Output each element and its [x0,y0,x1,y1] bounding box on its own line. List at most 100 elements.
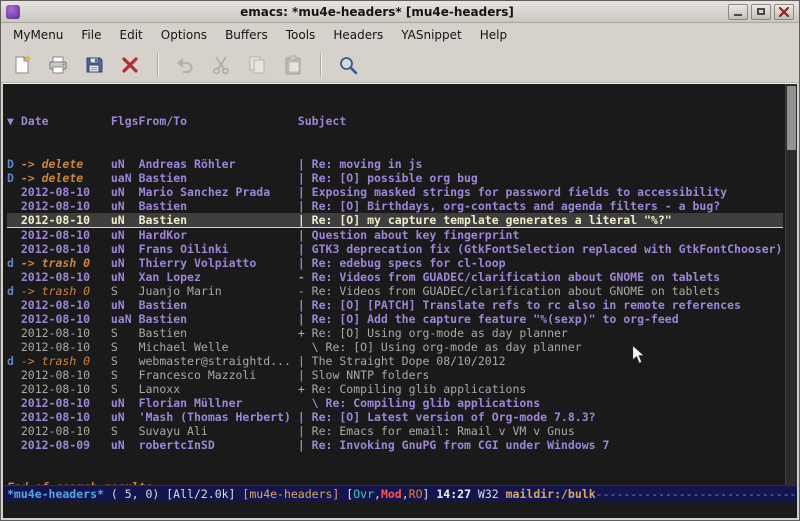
menu-item-options[interactable]: Options [152,25,216,45]
end-of-results-marker: End of search results [7,480,783,485]
menu-item-yasnippet[interactable]: YASnippet [392,25,471,45]
message-row[interactable]: 2012-08-10 uN Bastien | Re: [O] my captu… [7,213,783,228]
mark-cell [7,242,21,256]
message-row[interactable]: 2012-08-10 uaN Bastien | Re: [O] Add the… [7,312,783,326]
menu-item-mymenu[interactable]: MyMenu [4,25,72,45]
from-cell: Bastien [139,171,298,185]
from-cell: Mario Sanchez Prada [139,185,298,199]
from-cell: Andreas Röhler [139,157,298,171]
message-row[interactable]: 2012-08-10 S Bastien + Re: [O] Using org… [7,326,783,340]
message-row[interactable]: 2012-08-10 uN Frans Oilinki | GTK3 depre… [7,242,783,256]
subject-cell: | Question about key fingerprint [298,228,520,242]
modeline: *mu4e-headers* ( 5, 0) [All/2.0k] [mu4e-… [3,485,797,502]
copy-button [243,51,271,79]
mark-cell [7,382,21,396]
menu-item-edit[interactable]: Edit [111,25,152,45]
minimize-button[interactable] [728,4,748,20]
scrollbar[interactable] [785,84,797,485]
subject-cell: | Re: edebug specs for cl-loop [298,256,506,270]
maximize-button[interactable] [751,4,771,20]
subject-cell: + Re: [O] Using org-mode as day planner [298,326,568,340]
subject-cell: \ Re: [O] Using org-mode as day planner [298,340,582,354]
new-file-button[interactable] [8,51,36,79]
date-cell: 2012-08-10 [21,312,111,326]
scrollbar-thumb[interactable] [787,86,796,150]
close-icon [778,6,790,18]
minimize-icon [734,14,742,16]
from-cell: robertcInSD [139,438,298,452]
window-title: emacs: *mu4e-headers* [mu4e-headers] [26,5,728,19]
modeline-segment: maildir:/bulk [506,487,596,501]
emacs-window: emacs: *mu4e-headers* [mu4e-headers] MyM… [0,0,800,521]
modeline-segment: [ [339,487,353,501]
mark-cell [7,396,21,410]
from-cell: Bastien [139,213,298,227]
mark-cell [7,438,21,452]
message-row[interactable]: 2012-08-10 S Lanoxx + Re: Compiling glib… [7,382,783,396]
mark-cell [7,298,21,312]
message-row[interactable]: 2012-08-10 uN 'Mash (Thomas Herbert) | R… [7,410,783,424]
message-list: D -> delete uN Andreas Röhler | Re: movi… [7,157,783,452]
message-row[interactable]: 2012-08-10 uN Xan Lopez - Re: Videos fro… [7,270,783,284]
date-cell: 2012-08-10 [21,424,111,438]
copy-icon [246,54,268,76]
close-buffer-button[interactable] [116,51,144,79]
close-buffer-icon [119,54,141,76]
cut-icon [210,54,232,76]
message-row[interactable]: d -> trash 0 S webmaster@straightd... | … [7,354,783,368]
message-row[interactable]: d -> trash 0 S Juanjo Marin - Re: Videos… [7,284,783,298]
message-row[interactable]: D -> delete uaN Bastien | Re: [O] possib… [7,171,783,185]
search-icon [337,54,359,76]
date-cell: -> delete [21,171,111,185]
paste-button [279,51,307,79]
modeline-segment: ] [423,487,437,501]
mark-cell [7,312,21,326]
message-row[interactable]: 2012-08-10 uN Florian Müllner \ Re: Comp… [7,396,783,410]
date-cell: 2012-08-09 [21,438,111,452]
menu-item-tools[interactable]: Tools [277,25,325,45]
print-button[interactable] [44,51,72,79]
message-row[interactable]: 2012-08-10 uN Bastien | Re: [O] [PATCH] … [7,298,783,312]
message-row[interactable]: 2012-08-10 S Michael Welle \ Re: [O] Usi… [7,340,783,354]
search-button[interactable] [334,51,362,79]
flags-cell: S [111,382,139,396]
echo-area[interactable] [3,502,797,518]
subject-cell: | Re: Invoking GnuPG from CGI under Wind… [298,438,610,452]
mu4e-headers-buffer[interactable]: ▼ Date FlgsFrom/To Subject D -> delete u… [3,84,797,485]
message-row[interactable]: 2012-08-10 S Francesco Mazzoli | Slow NN… [7,368,783,382]
message-row[interactable]: 2012-08-10 uN Mario Sanchez Prada | Expo… [7,185,783,199]
message-row[interactable]: d -> trash 0 uN Thierry Volpiatto | Re: … [7,256,783,270]
modeline-segment: W32 [471,487,506,501]
save-button[interactable] [80,51,108,79]
message-row[interactable]: 2012-08-10 uN HardKor | Question about k… [7,228,783,242]
message-row[interactable]: 2012-08-10 uN Bastien | Re: [O] Birthday… [7,199,783,213]
date-cell: 2012-08-10 [21,298,111,312]
close-button[interactable] [774,4,794,20]
date-cell: 2012-08-10 [21,396,111,410]
modeline-segment: , [374,487,381,501]
menu-item-file[interactable]: File [72,25,110,45]
menu-item-buffers[interactable]: Buffers [216,25,277,45]
message-row[interactable]: 2012-08-09 uN robertcInSD | Re: Invoking… [7,438,783,452]
menu-item-headers[interactable]: Headers [324,25,392,45]
modeline-segment: , [402,487,409,501]
message-row[interactable]: D -> delete uN Andreas Röhler | Re: movi… [7,157,783,171]
date-cell: 2012-08-10 [21,185,111,199]
date-cell: -> delete [21,157,111,171]
from-cell: Lanoxx [139,382,298,396]
subject-cell: + Re: Compiling glib applications [298,382,526,396]
message-row[interactable]: 2012-08-10 S Suvayu Ali | Re: Emacs for … [7,424,783,438]
modeline-segment: 14:27 [436,487,471,501]
emacs-frame: ▼ Date FlgsFrom/To Subject D -> delete u… [3,83,797,518]
titlebar: emacs: *mu4e-headers* [mu4e-headers] [1,1,799,23]
menu-item-help[interactable]: Help [471,25,516,45]
mark-cell: d [7,354,21,368]
undo-icon [174,54,196,76]
flags-cell: uN [111,199,139,213]
mark-cell: D [7,157,21,171]
subject-cell: | Re: [O] Birthdays, org-contacts and ag… [298,199,720,213]
subject-cell: - Re: Videos from GUADEC/clarification a… [298,270,720,284]
subject-cell: | Re: [O] possible org bug [298,171,478,185]
mark-cell: D [7,171,21,185]
print-icon [47,54,69,76]
